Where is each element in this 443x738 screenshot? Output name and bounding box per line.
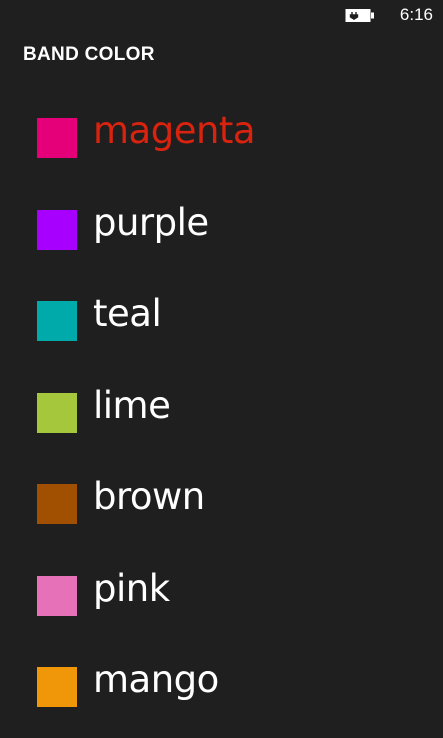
color-swatch	[37, 575, 77, 616]
color-label: teal	[93, 292, 162, 335]
color-swatch	[37, 209, 77, 250]
color-label: mango	[93, 658, 219, 701]
color-label: pink	[93, 566, 170, 610]
color-label: brown	[93, 475, 205, 518]
color-label: magenta	[93, 109, 256, 152]
color-label: purple	[93, 200, 209, 244]
status-clock: 6:16	[399, 5, 433, 24]
battery-charging-icon	[345, 9, 374, 22]
color-item-magenta[interactable]: magenta	[0, 109, 443, 207]
color-list: magenta purple teal lime brown pink mang…	[0, 109, 443, 738]
color-label: lime	[93, 383, 171, 427]
color-item-mango[interactable]: mango	[0, 658, 443, 738]
color-item-pink[interactable]: pink	[0, 567, 443, 665]
color-swatch	[37, 301, 77, 341]
color-swatch	[37, 118, 77, 158]
page-title: BAND COLOR	[23, 44, 155, 65]
color-item-purple[interactable]: purple	[0, 201, 443, 299]
color-item-brown[interactable]: brown	[0, 475, 443, 573]
color-swatch	[37, 392, 77, 433]
color-swatch	[37, 484, 77, 524]
screen: 6:16 BAND COLOR magenta purple teal lime…	[0, 0, 443, 738]
color-item-lime[interactable]: lime	[0, 384, 443, 482]
color-swatch	[37, 667, 77, 707]
status-bar: 6:16	[0, 0, 443, 30]
color-item-teal[interactable]: teal	[0, 292, 443, 390]
